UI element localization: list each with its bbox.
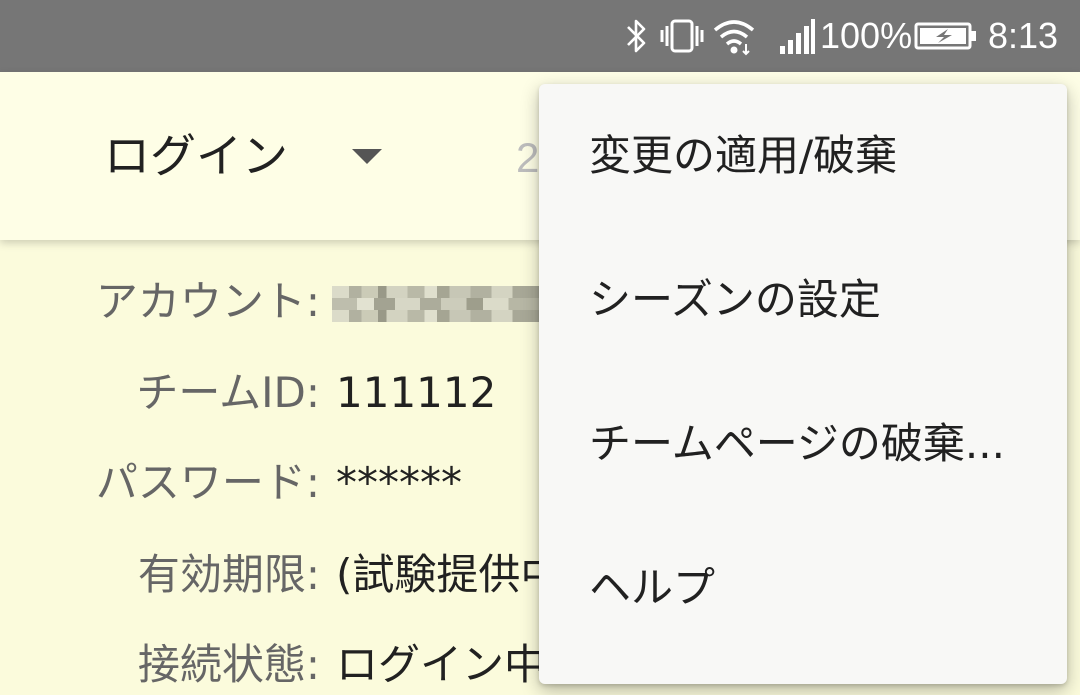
menu-item-label: チームページの破棄... xyxy=(589,419,1005,468)
wifi-icon xyxy=(712,0,756,72)
connection-status-label: 接続状態: xyxy=(137,640,320,689)
password-label: パスワード: xyxy=(95,458,320,507)
menu-item-label: 変更の適用/破棄 xyxy=(589,131,898,180)
status-bar: 100% 8:13 xyxy=(0,0,1080,72)
dropdown-arrow-icon[interactable] xyxy=(352,149,382,164)
menu-item-label: ヘルプ xyxy=(589,563,716,612)
expiry-value: (試験提供中 xyxy=(336,550,563,599)
overflow-menu: 変更の適用/破棄 シーズンの設定 チームページの破棄... ヘルプ xyxy=(539,84,1067,684)
connection-status-value: ログイン中 xyxy=(336,640,547,689)
clock: 8:13 xyxy=(988,15,1059,56)
menu-item-season-settings[interactable]: シーズンの設定 xyxy=(539,228,1067,372)
bluetooth-icon xyxy=(624,0,650,72)
team-id-label: チームID: xyxy=(136,368,320,417)
battery-percentage: 100% xyxy=(820,15,913,56)
menu-item-apply-discard[interactable]: 変更の適用/破棄 xyxy=(539,84,1067,228)
expiry-label: 有効期限: xyxy=(137,550,320,599)
vibrate-icon xyxy=(660,0,704,72)
account-label: アカウント: xyxy=(95,277,320,326)
menu-item-discard-team-page[interactable]: チームページの破棄... xyxy=(539,372,1067,516)
battery-charging-icon xyxy=(914,0,978,72)
signal-icon xyxy=(778,0,816,72)
team-id-value: 111112 xyxy=(336,368,497,417)
menu-item-help[interactable]: ヘルプ xyxy=(539,516,1067,660)
toolbar-partial-text: 2 xyxy=(516,134,540,181)
mode-spinner[interactable]: ログイン xyxy=(104,124,288,188)
menu-item-label: シーズンの設定 xyxy=(589,275,881,324)
password-value: ****** xyxy=(336,458,462,507)
redacted-account-value xyxy=(332,286,542,322)
